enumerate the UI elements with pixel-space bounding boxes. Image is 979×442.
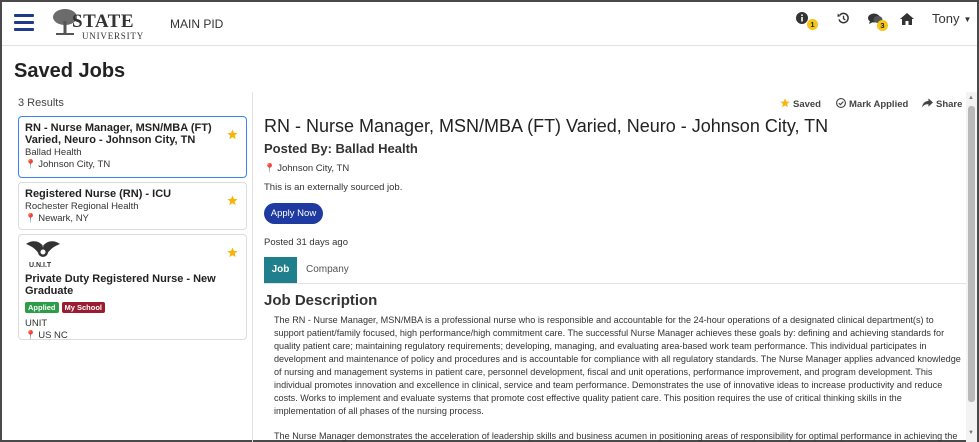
job-location: 📍 Johnson City, TN bbox=[264, 163, 349, 174]
job-card-tags: Applied My School bbox=[25, 299, 240, 317]
share-label: Share bbox=[936, 99, 963, 110]
scrollbar[interactable]: ▲ ▼ bbox=[966, 92, 977, 442]
tabs-divider bbox=[264, 283, 966, 284]
unit-logo: U.N.I.T bbox=[25, 240, 61, 272]
user-menu[interactable]: Tony ▼ bbox=[932, 11, 971, 26]
saved-label: Saved bbox=[793, 99, 821, 110]
job-card-company: Rochester Regional Health bbox=[25, 201, 139, 212]
scroll-thumb[interactable] bbox=[968, 106, 975, 402]
info-button[interactable]: 1 bbox=[795, 10, 818, 34]
page-title: Saved Jobs bbox=[14, 60, 126, 82]
job-card-location: 📍 US NC bbox=[25, 330, 240, 341]
history-icon bbox=[837, 12, 849, 24]
job-card-location-text: Johnson City, TN bbox=[38, 159, 111, 170]
tab-company[interactable]: Company bbox=[306, 257, 349, 283]
divider bbox=[252, 92, 253, 442]
user-name: Tony bbox=[932, 11, 960, 26]
scroll-up-icon[interactable]: ▲ bbox=[968, 95, 974, 101]
saved-button[interactable]: Saved bbox=[780, 98, 821, 110]
job-card-location: 📍 Newark, NY bbox=[25, 213, 240, 224]
info-badge: 1 bbox=[807, 19, 818, 30]
saved-star-icon[interactable] bbox=[227, 129, 238, 140]
job-title: RN - Nurse Manager, MSN/MBA (FT) Varied,… bbox=[264, 116, 829, 136]
messages-badge: 3 bbox=[877, 20, 888, 31]
location-pin-icon: 📍 bbox=[25, 213, 37, 223]
tab-job[interactable]: Job bbox=[264, 257, 297, 283]
top-bar: STATE UNIVERSITY MAIN PID 1 3 Tony ▼ bbox=[2, 2, 977, 46]
history-button[interactable] bbox=[836, 10, 858, 34]
job-description-body: The RN - Nurse Manager, MSN/MBA is a pro… bbox=[274, 314, 964, 442]
my-school-tag: My School bbox=[61, 302, 106, 314]
share-icon bbox=[922, 98, 933, 108]
share-button[interactable]: Share bbox=[922, 98, 962, 110]
star-icon bbox=[780, 98, 790, 108]
job-card[interactable]: Registered Nurse (RN) - ICU Rochester Re… bbox=[18, 182, 247, 230]
job-description-paragraph: The Nurse Manager demonstrates the accel… bbox=[274, 431, 958, 441]
mark-applied-button[interactable]: Mark Applied bbox=[835, 97, 909, 110]
menu-icon[interactable] bbox=[14, 14, 34, 32]
caret-down-icon: ▼ bbox=[963, 15, 972, 25]
location-pin-icon: 📍 bbox=[25, 159, 37, 169]
university-logo[interactable]: STATE UNIVERSITY bbox=[52, 7, 143, 41]
job-description-paragraph: The RN - Nurse Manager, MSN/MBA is a pro… bbox=[274, 315, 961, 416]
home-icon bbox=[900, 13, 914, 25]
saved-star-icon[interactable] bbox=[227, 247, 238, 258]
posted-by: Posted By: Ballad Health bbox=[264, 141, 418, 156]
job-card-title: RN - Nurse Manager, MSN/MBA (FT) Varied,… bbox=[25, 122, 212, 146]
job-card[interactable]: RN - Nurse Manager, MSN/MBA (FT) Varied,… bbox=[18, 116, 247, 178]
posted-ago: Posted 31 days ago bbox=[264, 237, 348, 248]
job-location-text: Johnson City, TN bbox=[277, 163, 350, 174]
job-card-company: UNIT bbox=[25, 318, 48, 329]
job-card-location-text: Newark, NY bbox=[38, 213, 89, 224]
mark-applied-label: Mark Applied bbox=[849, 99, 909, 110]
job-card-location: 📍 Johnson City, TN bbox=[25, 159, 240, 170]
home-button[interactable] bbox=[900, 10, 922, 34]
job-description-heading: Job Description bbox=[264, 292, 378, 309]
job-card-title: Registered Nurse (RN) - ICU bbox=[25, 188, 172, 200]
logo-state-text: STATE bbox=[72, 11, 134, 32]
scroll-down-icon[interactable]: ▼ bbox=[968, 430, 974, 436]
applied-tag: Applied bbox=[25, 302, 59, 314]
saved-star-icon[interactable] bbox=[227, 195, 238, 206]
logo-university-text: UNIVERSITY bbox=[82, 31, 144, 41]
unit-logo-icon bbox=[26, 241, 60, 257]
external-note: This is an externally sourced job. bbox=[264, 182, 403, 193]
location-pin-icon: 📍 bbox=[264, 163, 276, 173]
unit-logo-text: U.N.I.T bbox=[29, 262, 52, 269]
results-count: 3 Results bbox=[18, 97, 64, 109]
check-circle-icon bbox=[835, 97, 847, 109]
apply-now-button[interactable]: Apply Now bbox=[264, 203, 323, 224]
messages-button[interactable]: 3 bbox=[868, 10, 890, 34]
job-card-location-text: US NC bbox=[38, 330, 68, 341]
main-pid-label: MAIN PID bbox=[170, 17, 224, 31]
location-pin-icon: 📍 bbox=[25, 330, 37, 340]
job-card[interactable]: U.N.I.T Private Duty Registered Nurse - … bbox=[18, 234, 247, 341]
job-card-company: Ballad Health bbox=[25, 147, 82, 158]
job-card-title: Private Duty Registered Nurse - New Grad… bbox=[25, 273, 216, 297]
